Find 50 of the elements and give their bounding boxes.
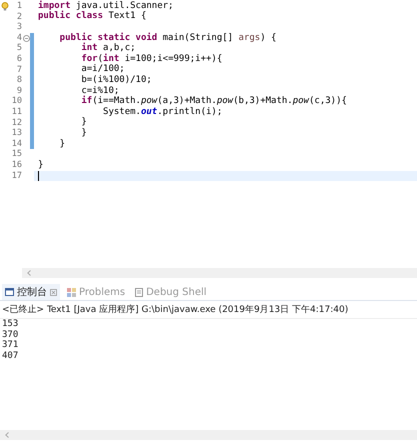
close-icon[interactable] (50, 288, 57, 296)
line-number: 14 (10, 140, 22, 148)
line-number: 4 (16, 34, 22, 42)
debug-shell-icon (135, 288, 144, 296)
line-number: 13 (10, 129, 22, 138)
code-line: for(int i=100;i<=999;i++){ (80, 54, 222, 64)
code-line: } (38, 160, 44, 170)
code-line: public class Text1 { (38, 12, 146, 22)
code-line: public static void main(String[] args) { (58, 34, 276, 43)
line-number: 2 (16, 12, 22, 22)
console-header: <已终止> Text1 [Java 应用程序] G:\bin\javaw.exe (2019年9月13日 下午4:17:40) (0, 301, 417, 319)
code-line: a=i/100; (80, 65, 125, 74)
console-output: 407 (1, 350, 20, 361)
line-number: 8 (16, 76, 22, 85)
code-line: import java.util.Scanner; (38, 2, 174, 11)
text-cursor (38, 170, 39, 181)
code-line: c=i%10; (80, 86, 120, 96)
line-number: 3 (16, 23, 22, 32)
line-number: 16 (10, 160, 22, 170)
line-number: 12 (10, 118, 22, 128)
code-line: int a,b,c; (80, 44, 136, 54)
console-icon (5, 288, 14, 296)
code-line: b=(i%100)/10; (80, 76, 152, 85)
code-line: } (58, 140, 66, 149)
warning-bulb-icon[interactable] (1, 2, 9, 11)
code-line: } (80, 128, 87, 138)
line-number: 7 (16, 66, 22, 74)
scroll-left-icon[interactable] (27, 270, 31, 276)
view-tab[interactable]: Debug Shell (132, 284, 210, 300)
line-number: 15 (10, 150, 22, 159)
line-number: 5 (16, 44, 22, 53)
line-number: 1 (16, 2, 22, 11)
horizontal-scrollbar[interactable] (22, 268, 417, 278)
line-number: 10 (10, 97, 22, 106)
view-tab[interactable]: 控制台 (2, 284, 60, 300)
code-line: System.out.println(i); (102, 108, 222, 117)
line-number: 11 (10, 108, 22, 116)
scroll-left-icon[interactable] (5, 432, 9, 438)
view-tab[interactable]: Problems (64, 284, 128, 300)
problems-icon (67, 288, 76, 296)
collapse-icon[interactable] (22, 34, 30, 42)
line-number: 17 (10, 172, 22, 180)
line-number: 6 (16, 55, 22, 64)
console-output: 371 (1, 340, 20, 350)
line-number: 9 (16, 86, 22, 96)
console-output: 153 (1, 319, 20, 330)
horizontal-scrollbar[interactable] (0, 430, 417, 440)
console-output: 370 (1, 330, 20, 340)
code-line: if(i==Math.pow(a,3)+Math.pow(b,3)+Math.pow(c,3)){ (80, 97, 347, 106)
code-line: } (80, 118, 87, 128)
